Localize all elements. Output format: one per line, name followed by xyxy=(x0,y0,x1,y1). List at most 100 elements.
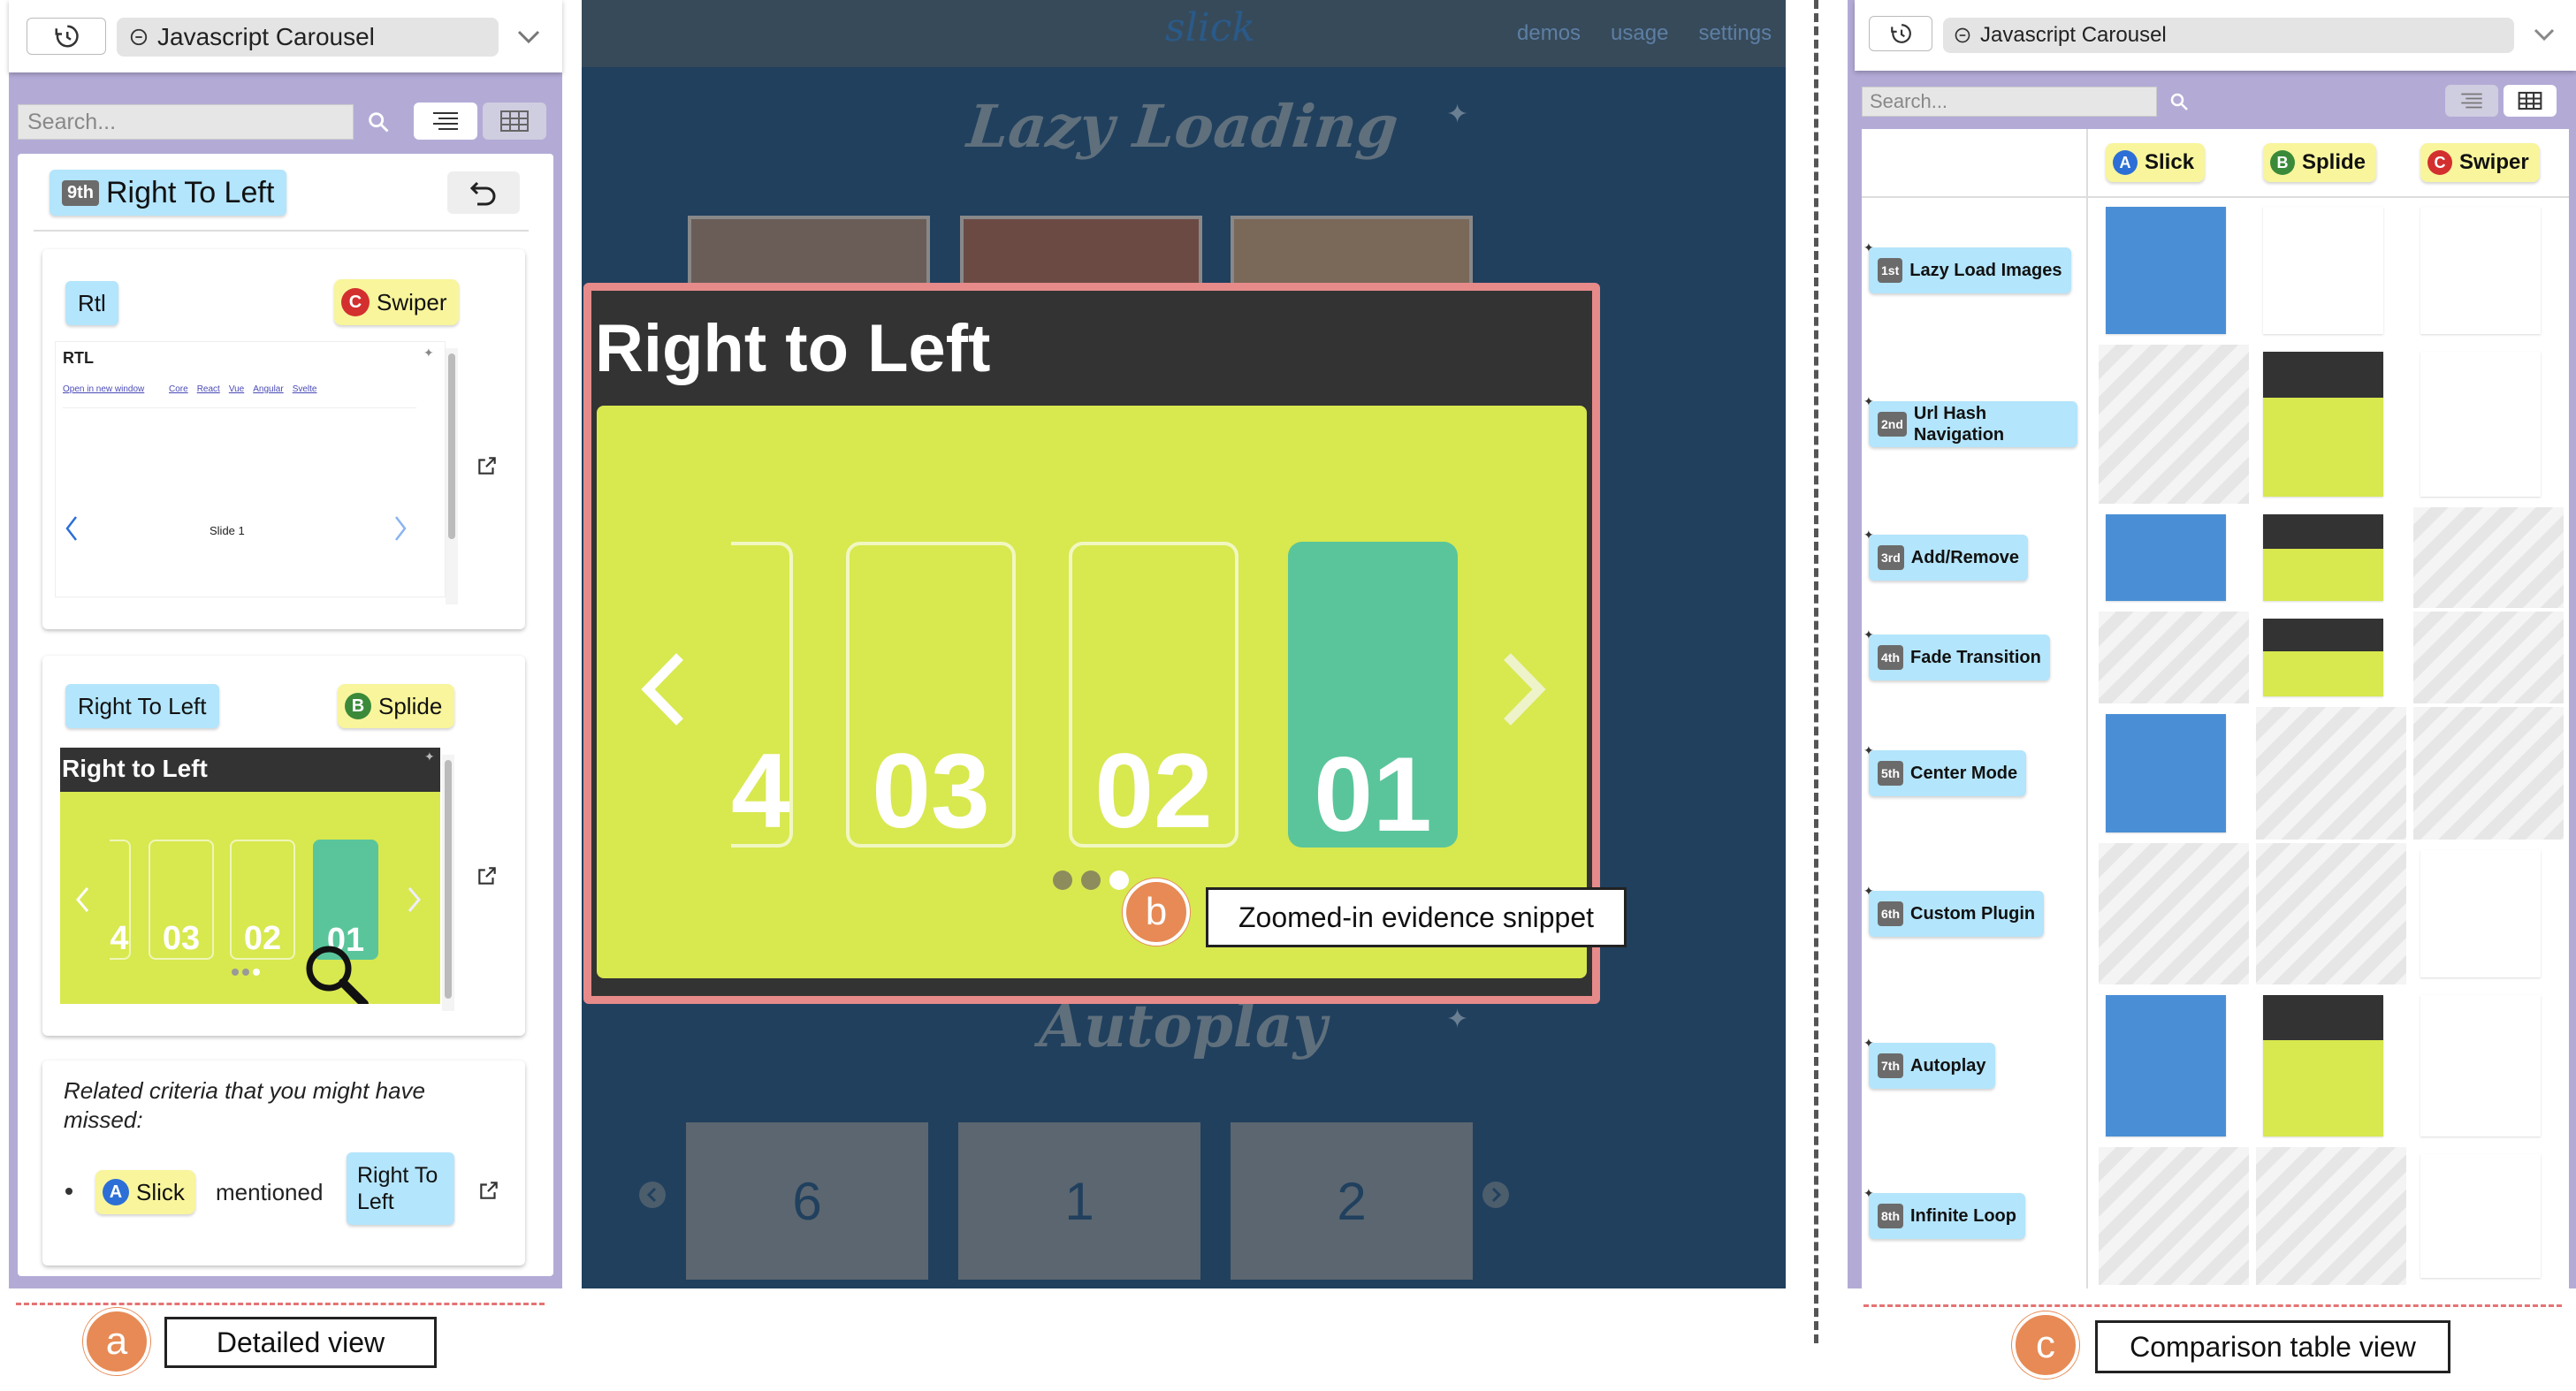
criterion-tag[interactable]: Right To Left xyxy=(65,684,219,728)
evidence-thumbnail[interactable] xyxy=(2263,514,2383,601)
site-logo[interactable]: slick xyxy=(1165,5,1255,50)
evidence-thumbnail[interactable] xyxy=(2106,514,2226,601)
prev-arrow-icon[interactable] xyxy=(639,650,687,729)
undo-button[interactable] xyxy=(447,171,520,214)
comparison-cell[interactable] xyxy=(2256,988,2406,1144)
scrollbar[interactable] xyxy=(446,348,458,604)
pin-icon[interactable]: ✦ xyxy=(1863,394,1874,409)
pagination-dots[interactable] xyxy=(1053,870,1129,890)
criterion-row-tag[interactable]: 7th Autoplay xyxy=(1869,1043,1995,1089)
nav-link[interactable]: demos xyxy=(1517,21,1581,46)
criterion-row-tag[interactable]: 3rd Add/Remove xyxy=(1869,535,2029,581)
history-button[interactable] xyxy=(27,18,106,55)
criterion-row-tag[interactable]: 8th Infinite Loop xyxy=(1869,1193,2025,1239)
open-external-icon[interactable] xyxy=(476,864,499,887)
framework-link[interactable]: Core xyxy=(169,384,188,394)
nav-link[interactable]: usage xyxy=(1611,21,1668,46)
url-field[interactable]: Javascript Carousel xyxy=(117,18,499,57)
nav-link[interactable]: settings xyxy=(1698,21,1772,46)
pin-icon[interactable]: ✦ xyxy=(1863,240,1874,255)
comparison-cell[interactable] xyxy=(2413,345,2564,504)
comparison-cell[interactable] xyxy=(2256,345,2406,504)
evidence-thumbnail[interactable] xyxy=(2420,207,2541,334)
history-button[interactable] xyxy=(1869,16,1932,51)
pin-icon[interactable]: ✦ xyxy=(1863,627,1874,642)
next-arrow-icon[interactable] xyxy=(393,515,408,542)
comparison-table-panel: Javascript Carousel Search... A Slick B Spl… xyxy=(1848,0,2576,1288)
framework-link[interactable]: Svelte xyxy=(293,384,317,394)
callout-a-label: Detailed view xyxy=(164,1317,437,1368)
magnifier-icon[interactable] xyxy=(301,940,371,1004)
pin-icon[interactable]: ✦ xyxy=(1863,1036,1874,1051)
evidence-thumbnail[interactable] xyxy=(2263,207,2383,334)
open-external-icon[interactable] xyxy=(477,1179,500,1202)
comparison-cell[interactable] xyxy=(2256,612,2406,703)
criterion-row-tag[interactable]: 1st Lazy Load Images xyxy=(1869,247,2071,293)
comparison-cell[interactable] xyxy=(2099,507,2249,608)
pin-icon[interactable]: ✦ xyxy=(1446,1004,1468,1035)
framework-link[interactable]: Vue xyxy=(229,384,244,394)
pin-icon[interactable]: ✦ xyxy=(1863,528,1874,543)
evidence-thumbnail[interactable] xyxy=(2106,714,2226,832)
open-external-icon[interactable] xyxy=(476,454,499,477)
prev-arrow-icon[interactable] xyxy=(638,1181,667,1209)
table-view-toggle[interactable] xyxy=(2504,85,2557,117)
evidence-thumbnail[interactable] xyxy=(2420,850,2541,977)
framework-link[interactable]: React xyxy=(197,384,220,394)
library-header[interactable]: A Slick xyxy=(2106,143,2206,182)
comparison-cell[interactable] xyxy=(2413,988,2564,1144)
open-new-window-link[interactable]: Open in new window xyxy=(63,384,144,394)
evidence-thumbnail[interactable] xyxy=(2106,207,2226,334)
library-tag-slick[interactable]: A Slick xyxy=(95,1170,195,1214)
scrollbar[interactable] xyxy=(442,755,454,1011)
comparison-cell[interactable] xyxy=(2256,200,2406,341)
criterion-row-tag[interactable]: 4th Fade Transition xyxy=(1869,635,2050,680)
evidence-thumbnail[interactable] xyxy=(2106,995,2226,1136)
library-header[interactable]: B Splide xyxy=(2263,143,2377,182)
search-input[interactable]: Search... xyxy=(1862,87,2157,117)
next-arrow-icon[interactable] xyxy=(1482,1181,1510,1209)
comparison-cell[interactable] xyxy=(2413,843,2564,984)
evidence-thumbnail[interactable] xyxy=(2420,352,2541,497)
url-field[interactable]: Javascript Carousel xyxy=(1943,18,2514,53)
evidence-thumbnail[interactable] xyxy=(2263,352,2383,497)
search-icon[interactable] xyxy=(2164,87,2194,117)
comparison-cell[interactable] xyxy=(2099,988,2249,1144)
criterion-row-tag[interactable]: 6th Custom Plugin xyxy=(1869,891,2045,937)
search-input[interactable]: Search... xyxy=(18,104,354,140)
evidence-thumbnail[interactable] xyxy=(2263,619,2383,696)
pagination-dots[interactable] xyxy=(232,969,260,976)
criterion-row-tag[interactable]: 5th Center Mode xyxy=(1869,750,2027,796)
criterion-row-tag[interactable]: 2nd Url Hash Navigation xyxy=(1869,401,2077,447)
evidence-thumbnail[interactable] xyxy=(2263,995,2383,1136)
library-header[interactable]: C Swiper xyxy=(2420,143,2540,182)
next-arrow-icon[interactable] xyxy=(407,886,423,914)
comparison-cell[interactable] xyxy=(2413,1147,2564,1285)
library-tag-swiper[interactable]: C Swiper xyxy=(334,279,460,325)
pin-icon[interactable]: ✦ xyxy=(1446,99,1468,130)
url-bar: Javascript Carousel xyxy=(1855,0,2576,71)
pin-icon[interactable]: ✦ xyxy=(1863,743,1874,758)
comparison-cell[interactable] xyxy=(2099,707,2249,840)
list-view-toggle[interactable] xyxy=(2445,85,2498,117)
criterion-tag[interactable]: Right To Left xyxy=(347,1152,454,1225)
evidence-thumbnail[interactable] xyxy=(2420,995,2541,1136)
prev-arrow-icon[interactable] xyxy=(65,515,79,542)
comparison-cell[interactable] xyxy=(2256,507,2406,608)
framework-link[interactable]: Angular xyxy=(253,384,283,394)
criterion-tag[interactable]: Rtl xyxy=(65,281,118,325)
next-arrow-icon[interactable] xyxy=(1500,650,1548,729)
chevron-down-icon[interactable] xyxy=(2528,19,2560,51)
table-view-toggle[interactable] xyxy=(483,103,546,140)
library-letter: C xyxy=(341,288,370,316)
library-tag-splide[interactable]: B Splide xyxy=(338,684,455,728)
pin-icon[interactable]: ✦ xyxy=(1863,884,1874,899)
chevron-down-icon[interactable] xyxy=(511,19,546,55)
evidence-thumbnail[interactable] xyxy=(2420,1154,2541,1278)
prev-arrow-icon[interactable] xyxy=(74,886,90,914)
comparison-cell[interactable] xyxy=(2099,200,2249,341)
list-view-toggle[interactable] xyxy=(414,103,477,140)
search-icon[interactable] xyxy=(361,104,396,140)
comparison-cell[interactable] xyxy=(2413,200,2564,341)
pin-icon[interactable]: ✦ xyxy=(1863,1186,1874,1201)
